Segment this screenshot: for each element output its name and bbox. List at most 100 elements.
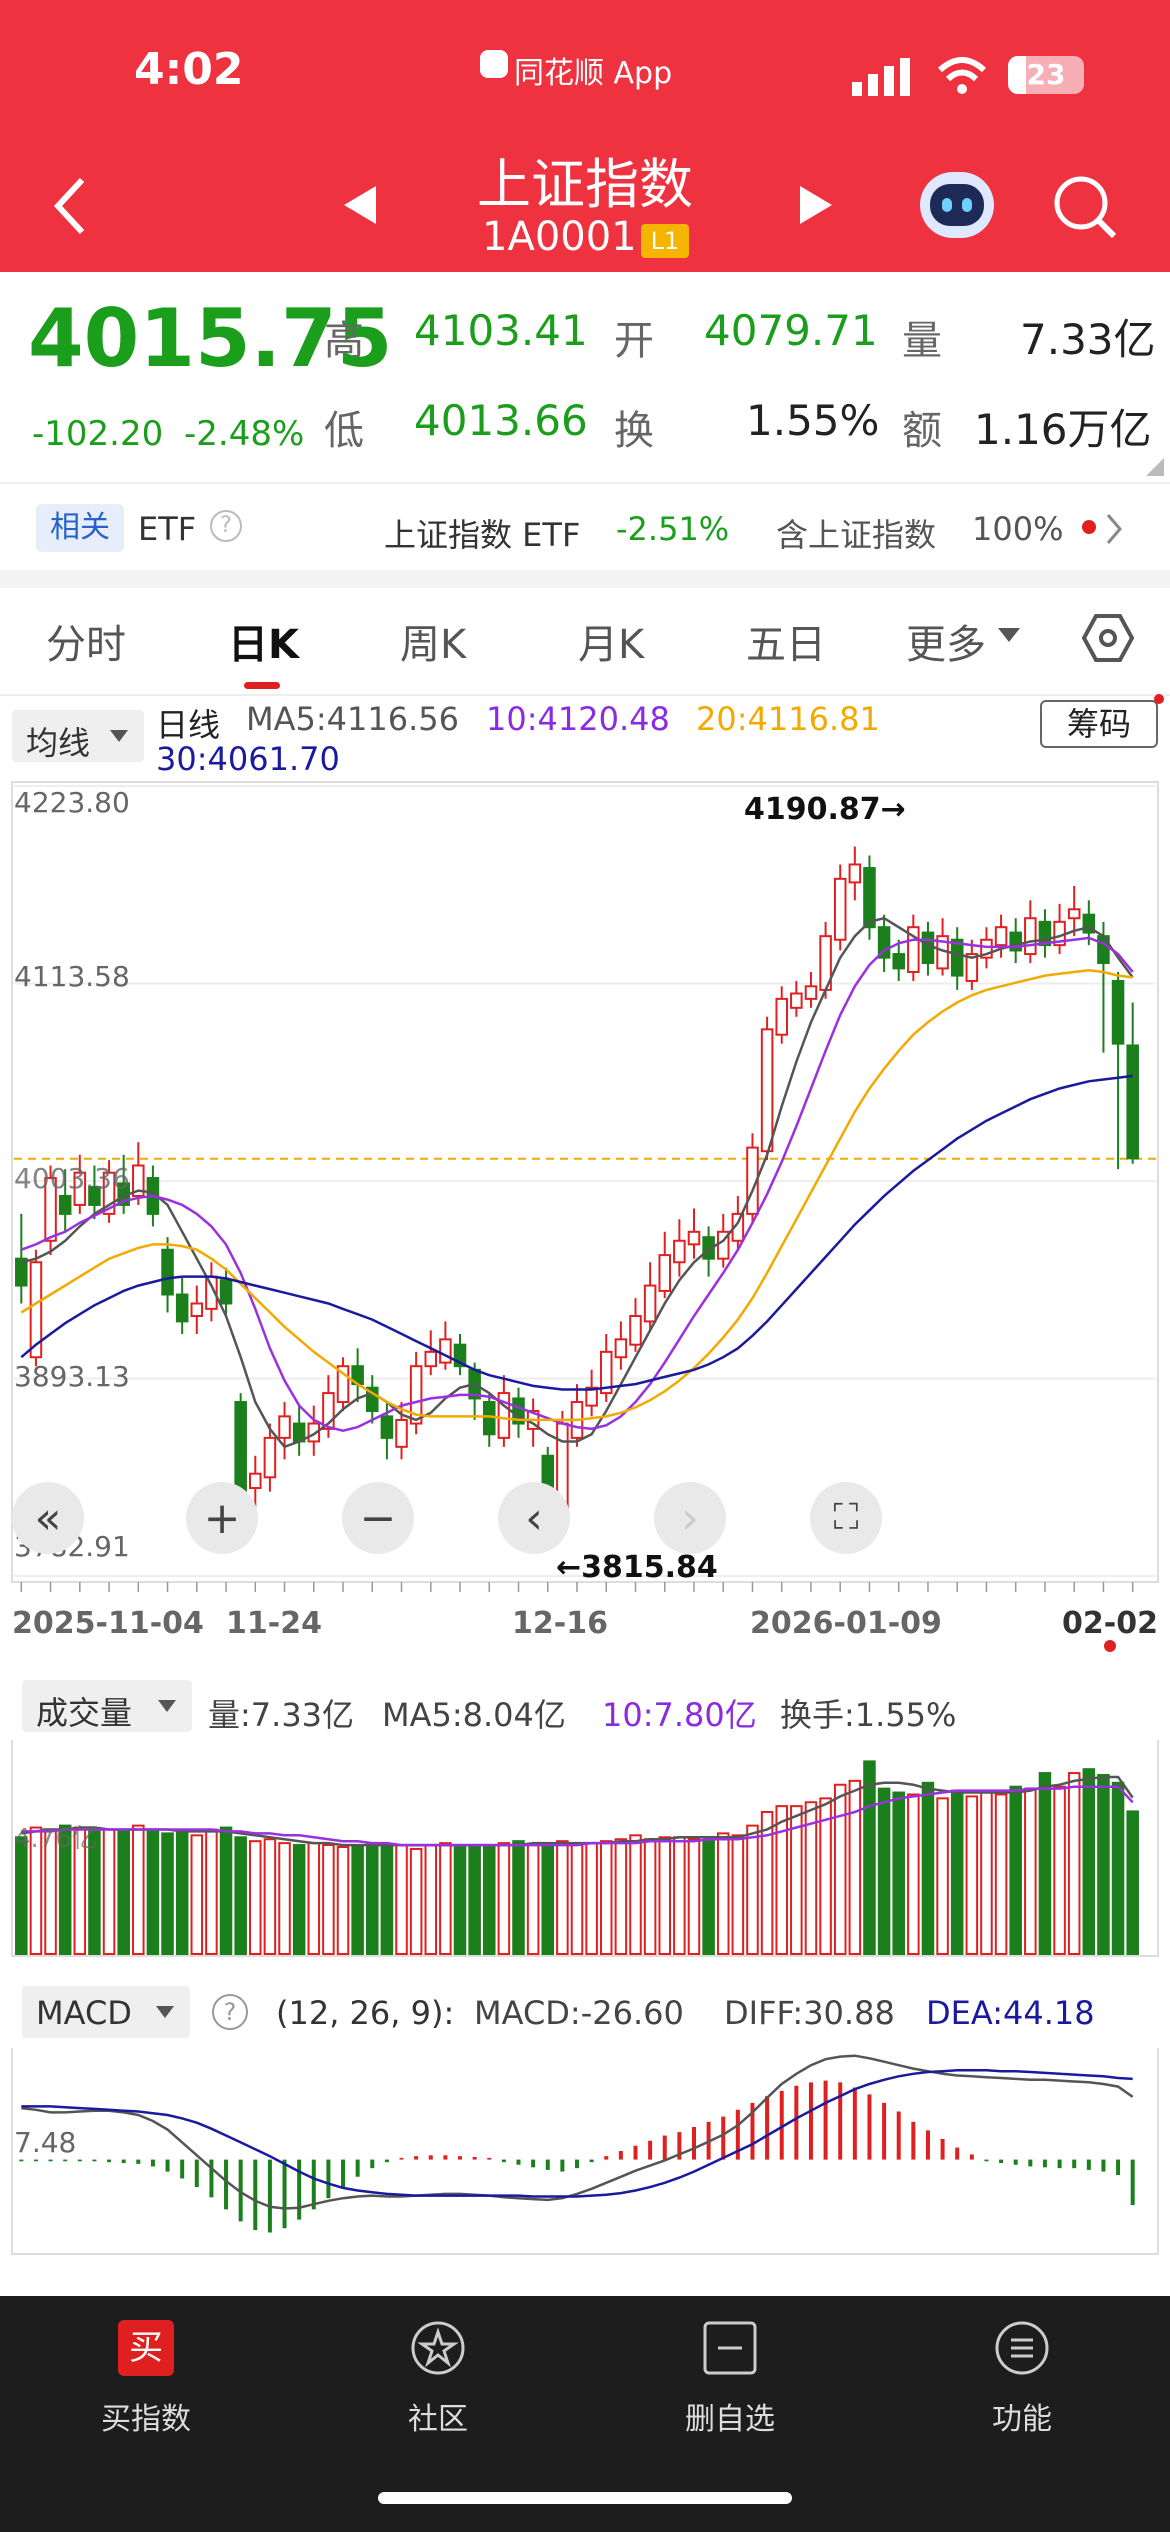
level-badge: L1 — [641, 224, 689, 258]
robot-assistant-icon[interactable] — [920, 172, 994, 238]
volume-bar — [1053, 1785, 1066, 1956]
volume-bar — [1111, 1781, 1125, 1955]
volume-label: 量 — [902, 318, 942, 364]
candle — [863, 867, 876, 929]
candle — [790, 992, 803, 1009]
etf-label[interactable]: ETF — [138, 510, 196, 548]
zoom-in-button[interactable]: + — [186, 1482, 258, 1554]
tab-monthly-k[interactable]: 月K — [578, 612, 644, 670]
zoom-out-button[interactable]: − — [342, 1482, 414, 1554]
macd-selector[interactable]: MACD — [22, 1986, 190, 2038]
macd-line-diff — [21, 2054, 1134, 2210]
open-value: 4079.71 — [704, 306, 878, 355]
volume-value: 7.33亿 — [1020, 315, 1156, 364]
price-change: -102.20 — [32, 414, 164, 454]
ma-line-ma30 — [20, 1074, 1133, 1391]
remove-watchlist-icon — [703, 2321, 757, 2375]
candle — [658, 1254, 672, 1292]
kline-y-tick: 3893.13 — [14, 1360, 130, 1393]
volume-bar — [950, 1789, 964, 1955]
kline-chart[interactable] — [0, 778, 1170, 1618]
macd-chart[interactable] — [0, 2048, 1170, 2258]
fullscreen-button[interactable]: ⛶ — [810, 1482, 882, 1554]
prev-stock-icon[interactable] — [340, 184, 380, 226]
home-indicator[interactable] — [378, 2492, 792, 2504]
tab-weekly-k[interactable]: 周K — [400, 612, 466, 670]
candle — [833, 877, 847, 941]
candle — [629, 1315, 642, 1346]
low-annotation: ←3815.84 — [556, 1550, 718, 1585]
nav-label: 买指数 — [101, 2402, 191, 2437]
expand-corner-icon[interactable] — [1146, 458, 1164, 476]
volume-bar — [409, 1847, 423, 1955]
candle — [263, 1436, 277, 1479]
volume-bar — [132, 1824, 145, 1955]
chips-button[interactable]: 筹码 — [1040, 700, 1158, 748]
candle — [848, 863, 862, 884]
volume-bar — [570, 1844, 584, 1955]
macd-selector-label: MACD — [36, 1994, 132, 2032]
search-icon[interactable] — [1052, 174, 1118, 240]
kline-y-tick: 4113.58 — [14, 960, 130, 993]
nav-buy-index[interactable]: 买 买指数 — [46, 2296, 246, 2476]
help-icon[interactable]: ? — [210, 510, 242, 542]
candle — [424, 1350, 438, 1368]
volume-bar — [234, 1836, 247, 1955]
volume-bar — [614, 1838, 628, 1955]
nav-functions[interactable]: 功能 — [922, 2296, 1122, 2476]
next-stock-icon[interactable] — [796, 184, 836, 226]
back-icon[interactable] — [50, 176, 90, 236]
volume-bar — [863, 1760, 876, 1956]
app-header: 4:02 同花顺 App 23 上证指数 1A0001 L1 — [0, 0, 1170, 272]
nav-remove-watchlist[interactable]: 删自选 — [630, 2296, 830, 2476]
low-value: 4013.66 — [414, 396, 588, 445]
tab-five-day[interactable]: 五日 — [746, 612, 826, 670]
candle — [921, 931, 935, 965]
etf-contains-label: 含上证指数 — [776, 516, 937, 554]
volume-selector[interactable]: 成交量 — [22, 1680, 192, 1732]
wifi-icon — [937, 57, 987, 94]
volume-ma5-legend: MA5:8.04亿 — [382, 1696, 566, 1734]
tab-daily-k[interactable]: 日K — [228, 612, 299, 670]
volume-bar — [643, 1838, 657, 1955]
dropdown-icon — [158, 1700, 176, 1712]
macd-help-icon[interactable]: ? — [212, 1994, 248, 2030]
candle — [190, 1302, 204, 1318]
more-dropdown-icon[interactable] — [998, 628, 1020, 644]
candle — [804, 985, 818, 1000]
volume-chart[interactable] — [0, 1740, 1170, 1960]
volume-bar — [775, 1805, 788, 1955]
settings-hexagon-icon[interactable] — [1082, 612, 1134, 664]
jump-left-button[interactable]: « — [12, 1482, 84, 1554]
candle — [219, 1279, 233, 1305]
candle — [1111, 979, 1125, 1045]
nav-community[interactable]: 社区 — [338, 2296, 538, 2476]
volume-bar — [629, 1834, 642, 1955]
volume-bar — [161, 1832, 174, 1955]
kline-x-tick: 12-16 — [512, 1606, 608, 1641]
volume-bar — [658, 1836, 672, 1955]
tab-more[interactable]: 更多 — [906, 612, 986, 670]
candle — [278, 1415, 291, 1439]
volume-bar — [1038, 1772, 1052, 1956]
volume-bar — [556, 1840, 569, 1955]
volume-y-tick: 4.76亿 — [14, 1824, 98, 1854]
volume-bar — [497, 1842, 511, 1955]
scroll-right-button[interactable]: › — [654, 1482, 726, 1554]
volume-bar — [877, 1787, 891, 1955]
volume-bar — [219, 1826, 233, 1955]
ma10-legend: 10:4120.48 — [486, 700, 670, 738]
ma-selector[interactable]: 均线 — [12, 710, 144, 762]
etf-change-pct: -2.51% — [616, 510, 730, 548]
chevron-right-icon[interactable] — [1104, 512, 1124, 546]
etf-name[interactable]: 上证指数 ETF — [384, 510, 580, 556]
page-title: 上证指数 — [477, 153, 693, 216]
scroll-left-button[interactable]: ‹ — [498, 1482, 570, 1554]
app-logo-icon — [480, 50, 508, 78]
volume-bar — [336, 1846, 350, 1955]
turnover-label: 换 — [614, 408, 654, 454]
tab-fenshi[interactable]: 分时 — [46, 612, 126, 670]
red-dot-indicator — [1082, 520, 1096, 534]
candle — [249, 1472, 262, 1490]
candle — [482, 1401, 496, 1436]
